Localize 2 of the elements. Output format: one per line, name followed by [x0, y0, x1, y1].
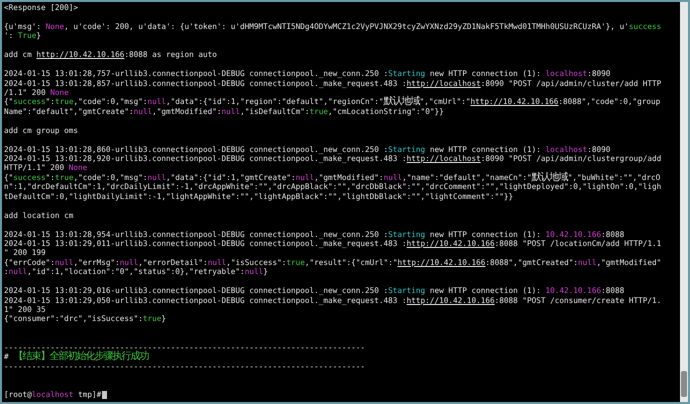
scrollbar-thumb[interactable]: [681, 371, 687, 397]
scrollbar[interactable]: [680, 2, 688, 402]
